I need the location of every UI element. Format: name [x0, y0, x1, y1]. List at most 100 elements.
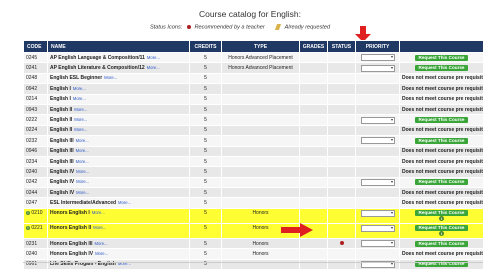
course-credits: 5	[189, 72, 222, 85]
priority-select[interactable]	[360, 137, 395, 145]
more-link[interactable]: More...	[76, 169, 89, 174]
info-icon[interactable]: i	[439, 215, 444, 221]
course-status	[327, 62, 356, 74]
course-name: ESL Intermediate/Advanced	[50, 200, 117, 207]
course-code: 0248	[23, 72, 48, 85]
course-type	[221, 72, 300, 85]
course-grades	[299, 83, 328, 95]
col-credits[interactable]: CREDITS	[189, 40, 222, 53]
course-grades	[299, 124, 328, 137]
table-row: 0943 English II More... 5 Does not meet c…	[23, 103, 484, 116]
prereq-note: Does not meet course pre requisites	[399, 187, 484, 199]
course-code: 0244	[23, 187, 48, 199]
course-credits: 5	[189, 222, 222, 239]
more-link[interactable]: More...	[76, 159, 89, 164]
course-type	[221, 155, 300, 168]
course-status	[327, 155, 356, 168]
col-type[interactable]: TYPE	[221, 40, 300, 53]
request-course-button[interactable]: Request This Course	[414, 240, 469, 247]
more-link[interactable]: More...	[74, 127, 87, 132]
request-course-button[interactable]: Request This Course	[414, 65, 469, 72]
info-icon[interactable]: i	[26, 225, 30, 230]
info-icon[interactable]: i	[439, 230, 444, 236]
more-link[interactable]: More...	[76, 138, 89, 143]
more-link[interactable]: More...	[73, 96, 86, 101]
request-course-button[interactable]: Request This Course	[414, 117, 469, 124]
course-code: 0240	[23, 248, 48, 260]
priority-select[interactable]	[360, 178, 395, 186]
more-link[interactable]: More...	[118, 200, 131, 205]
request-course-button[interactable]: Request This Course	[414, 54, 469, 61]
course-name: English IV	[50, 168, 75, 175]
more-link[interactable]: More...	[76, 190, 89, 195]
more-link[interactable]: More...	[147, 65, 160, 70]
action-cell: Request This Course	[399, 62, 484, 74]
course-name-cell: English I More...	[47, 93, 190, 105]
course-type	[221, 145, 300, 157]
more-link[interactable]: More...	[93, 225, 106, 230]
table-row: 0961 Life Skills Progam - English More...…	[23, 258, 484, 271]
more-link[interactable]: More...	[95, 241, 108, 246]
course-credits: 5	[189, 197, 222, 209]
course-name: English III	[50, 158, 74, 165]
course-code: 0946	[23, 145, 48, 157]
prereq-note: Does not meet course pre requisites	[399, 197, 484, 209]
course-name: English IV	[50, 189, 75, 196]
request-course-button[interactable]: Request This Course	[414, 137, 469, 144]
legend-requested: Already requested	[284, 24, 331, 31]
priority-cell	[355, 155, 400, 168]
priority-cell	[355, 237, 400, 250]
action-cell: Request This Course	[399, 176, 484, 189]
more-link[interactable]: More...	[76, 148, 89, 153]
info-icon[interactable]: i	[26, 210, 30, 215]
course-name-cell: Honors English II More...	[47, 222, 190, 239]
table-row-highlighted: i 0210 Honors English I More... 5 Honors …	[23, 207, 484, 224]
col-name[interactable]: NAME	[47, 40, 190, 53]
course-status	[327, 222, 356, 239]
course-name: Honors English III	[50, 240, 93, 247]
col-action	[399, 40, 484, 53]
action-cell: Request This Course	[399, 237, 484, 250]
priority-cell	[355, 114, 400, 126]
recommended-dot-icon	[186, 25, 191, 29]
course-status	[327, 124, 356, 137]
course-status	[327, 93, 356, 105]
priority-cell	[355, 258, 400, 271]
course-grades	[299, 145, 328, 157]
col-status[interactable]: STATUS	[327, 40, 356, 53]
priority-select[interactable]	[360, 64, 395, 72]
priority-select[interactable]	[360, 54, 395, 62]
more-link[interactable]: More...	[73, 86, 86, 91]
pencil-icon	[275, 24, 282, 30]
table-row-highlighted: i 0221 Honors English II More... 5 Honors…	[23, 222, 484, 239]
more-link[interactable]: More...	[74, 117, 87, 122]
col-code[interactable]: CODE	[23, 40, 48, 53]
col-grades[interactable]: GRADES	[299, 40, 328, 53]
course-type	[221, 83, 300, 95]
request-course-button[interactable]: Request This Course	[414, 209, 469, 216]
course-type	[221, 176, 300, 189]
course-status	[327, 83, 356, 95]
prereq-note: Does not meet course pre requisites	[399, 124, 484, 137]
course-code: 0234	[23, 155, 48, 168]
table-row: 0214 English I More... 5 Does not meet co…	[23, 93, 484, 105]
priority-select[interactable]	[360, 240, 395, 248]
more-link[interactable]: More...	[104, 75, 117, 80]
more-link[interactable]: More...	[147, 55, 160, 60]
more-link[interactable]: More...	[92, 210, 105, 215]
request-course-button[interactable]: Request This Course	[414, 224, 469, 231]
more-link[interactable]: More...	[95, 251, 108, 256]
course-status	[327, 51, 356, 64]
priority-select[interactable]	[360, 209, 395, 217]
priority-select[interactable]	[360, 116, 395, 124]
course-grades	[299, 103, 328, 116]
more-link[interactable]: More...	[74, 107, 87, 112]
more-link[interactable]: More...	[76, 179, 89, 184]
table-row: 0234 English III More... 5 Does not meet …	[23, 155, 484, 168]
action-cell: Request This Course i	[399, 207, 484, 224]
priority-select[interactable]	[360, 224, 395, 232]
request-course-button[interactable]: Request This Course	[414, 179, 469, 186]
table-row: 0224 English II More... 5 Does not meet c…	[23, 124, 484, 137]
col-priority[interactable]: PRIORITY	[355, 40, 400, 53]
priority-cell	[355, 135, 400, 147]
